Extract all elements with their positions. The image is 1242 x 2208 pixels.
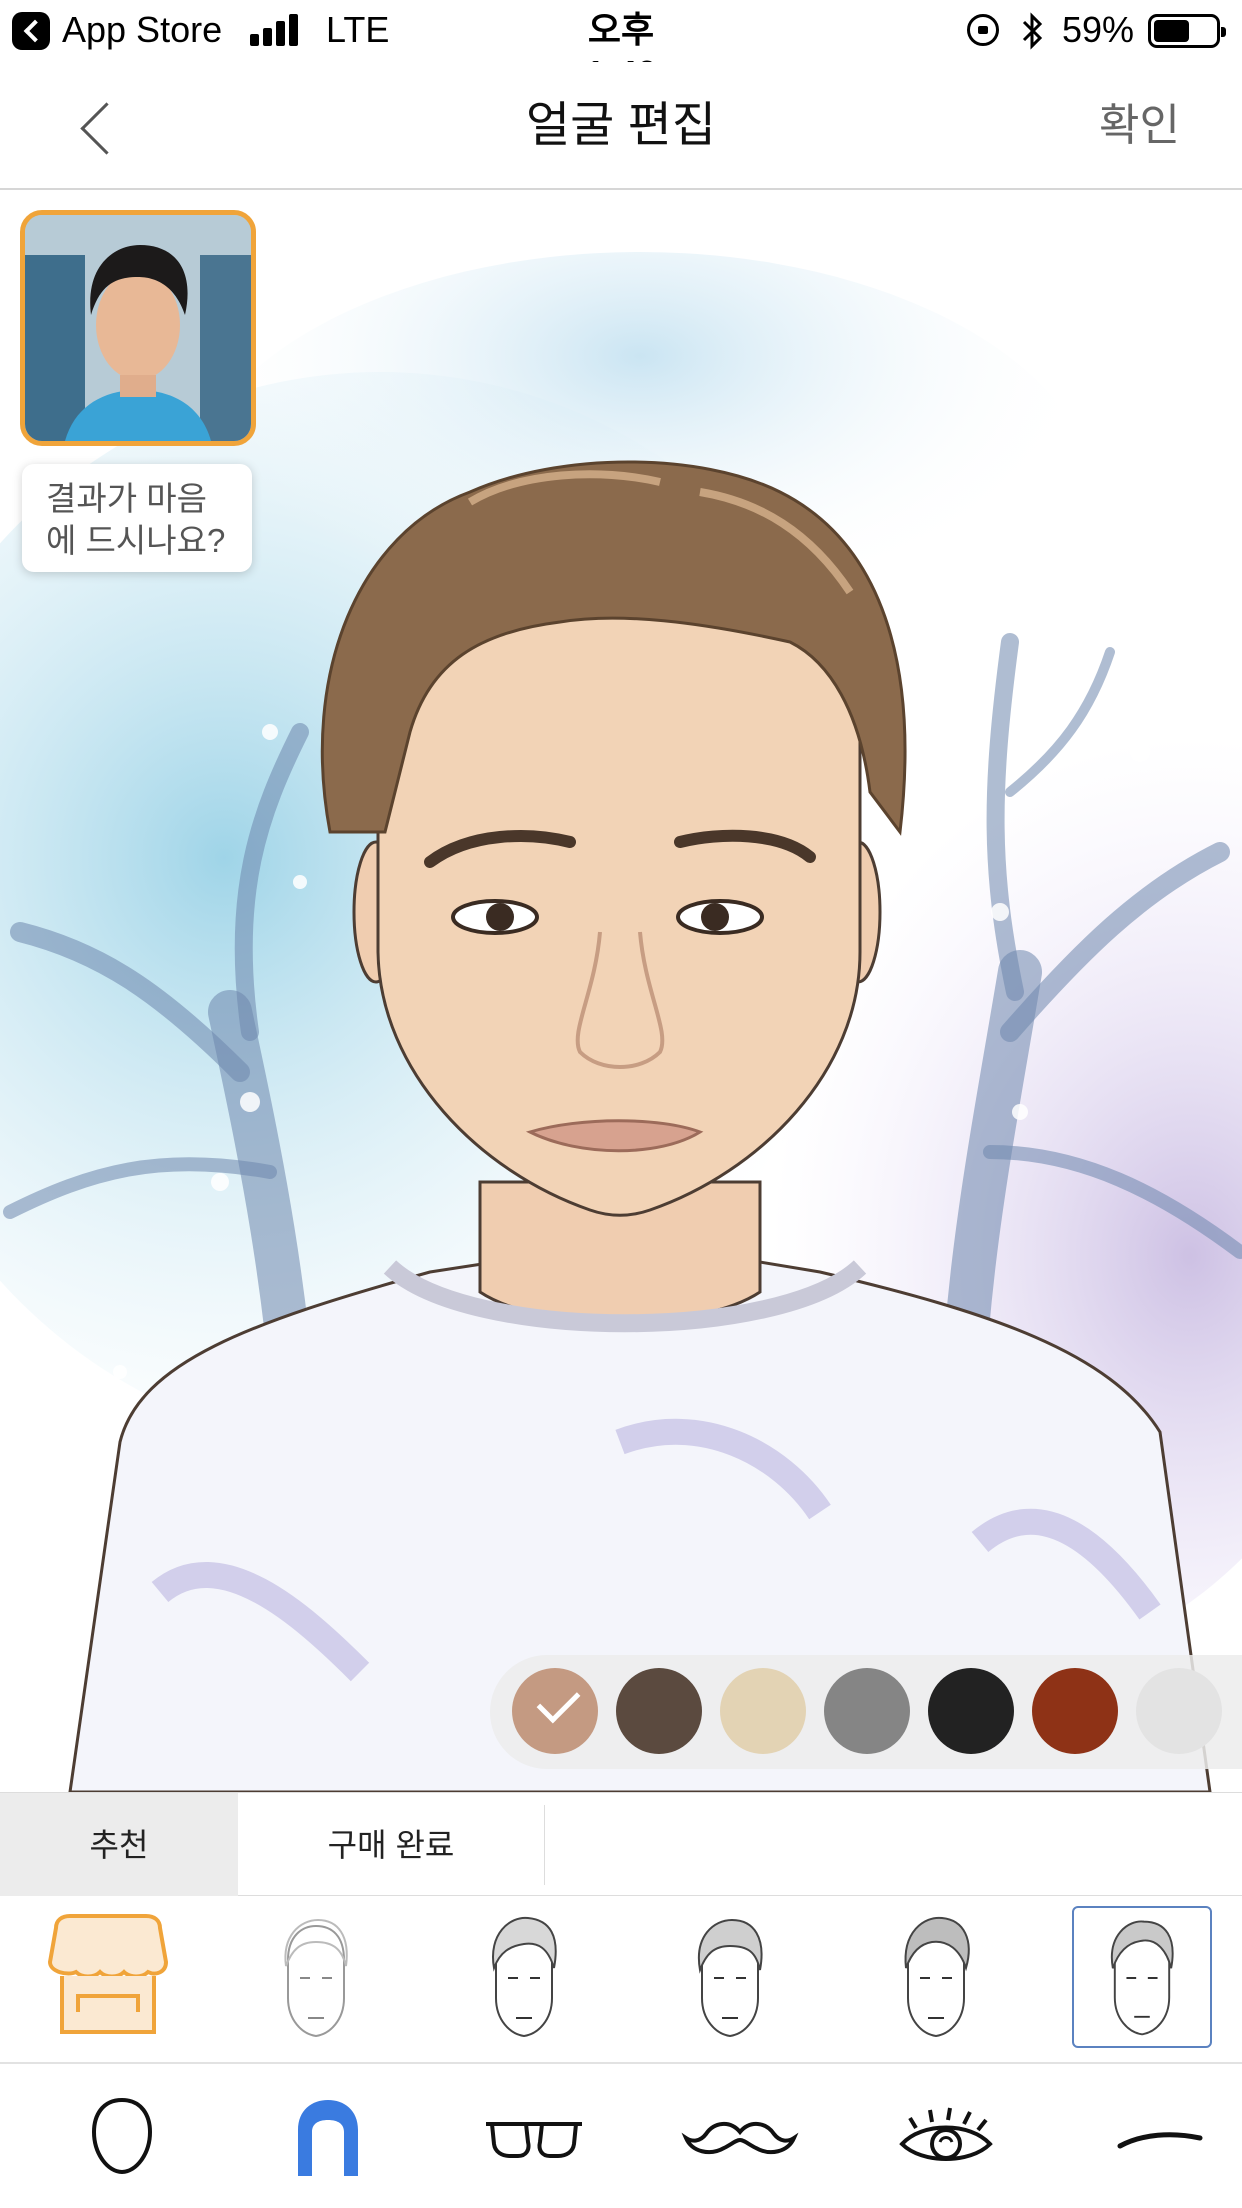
hair-tool[interactable] <box>268 2086 388 2186</box>
editor-toolbar <box>0 2064 1242 2208</box>
store-icon <box>47 1914 169 2034</box>
hairstyle-thumbnail <box>904 1916 970 2038</box>
confirm-button[interactable]: 확인 <box>1099 62 1180 190</box>
original-photo <box>25 215 251 441</box>
hair-color-picker <box>490 1655 1242 1769</box>
page-title: 얼굴 편집 <box>526 99 716 152</box>
back-button[interactable] <box>70 96 130 156</box>
eyebrow-tool[interactable] <box>1092 2086 1212 2186</box>
battery-percent: 59% <box>1062 9 1135 50</box>
avatar-canvas: 결과가 마음 에 드시나요? <box>0 192 1242 1792</box>
hairstyle-list <box>0 1896 1242 2064</box>
hairstyle-item[interactable] <box>660 1906 800 2048</box>
hairstyle-thumbnail <box>697 1918 763 2038</box>
hairstyle-item-selected[interactable] <box>1072 1906 1212 2048</box>
category-tabs: 추천 구매 완료 <box>0 1792 1242 1897</box>
hair-color-swatch[interactable] <box>824 1668 910 1754</box>
hair-color-swatch[interactable] <box>1032 1668 1118 1754</box>
hair-color-swatch[interactable] <box>928 1668 1014 1754</box>
eye-icon <box>899 2107 993 2161</box>
original-photo-thumbnail[interactable] <box>20 210 256 446</box>
mustache-icon <box>681 2122 799 2155</box>
hairstyle-item[interactable] <box>866 1906 1006 2048</box>
hair-color-swatch[interactable] <box>1136 1668 1222 1754</box>
hair-color-swatch[interactable] <box>720 1668 806 1754</box>
face-shape-icon <box>91 2097 153 2175</box>
orientation-lock-icon <box>967 14 999 46</box>
hairstyle-thumbnail <box>492 1916 557 2038</box>
signal-strength-icon <box>250 14 302 46</box>
bluetooth-icon <box>1022 12 1043 50</box>
status-bar: App Store LTE 오후 1:40 59% <box>0 0 1242 94</box>
navigation-bar: 얼굴 편집 확인 <box>0 62 1242 190</box>
back-app-label[interactable]: App Store <box>62 8 222 52</box>
hair-color-swatch[interactable] <box>512 1668 598 1754</box>
face-shape-tool[interactable] <box>62 2086 182 2186</box>
eye-tool[interactable] <box>886 2086 1006 2186</box>
battery-icon <box>1148 14 1226 48</box>
hairstyle-item[interactable] <box>454 1906 594 2048</box>
network-type: LTE <box>326 9 390 50</box>
tab-purchased[interactable]: 구매 완료 <box>238 1793 544 1897</box>
store-button[interactable] <box>38 1906 178 2048</box>
hairstyle-item[interactable] <box>246 1906 386 2048</box>
hairstyle-thumbnail <box>284 1918 348 2038</box>
result-prompt-text: 결과가 마음 에 드시나요? <box>46 480 226 559</box>
tab-divider <box>544 1805 545 1885</box>
hair-color-swatch[interactable] <box>616 1668 702 1754</box>
back-to-app-icon[interactable] <box>12 12 50 50</box>
hairstyle-thumbnail <box>1110 1920 1174 2036</box>
eyebrow-icon <box>1117 2132 1203 2149</box>
result-prompt-bubble: 결과가 마음 에 드시나요? <box>22 464 252 572</box>
hair-icon <box>298 2100 358 2176</box>
tab-recommended[interactable]: 추천 <box>0 1793 238 1897</box>
mustache-tool[interactable] <box>680 2086 800 2186</box>
glasses-icon <box>486 2122 582 2158</box>
glasses-tool[interactable] <box>474 2086 594 2186</box>
